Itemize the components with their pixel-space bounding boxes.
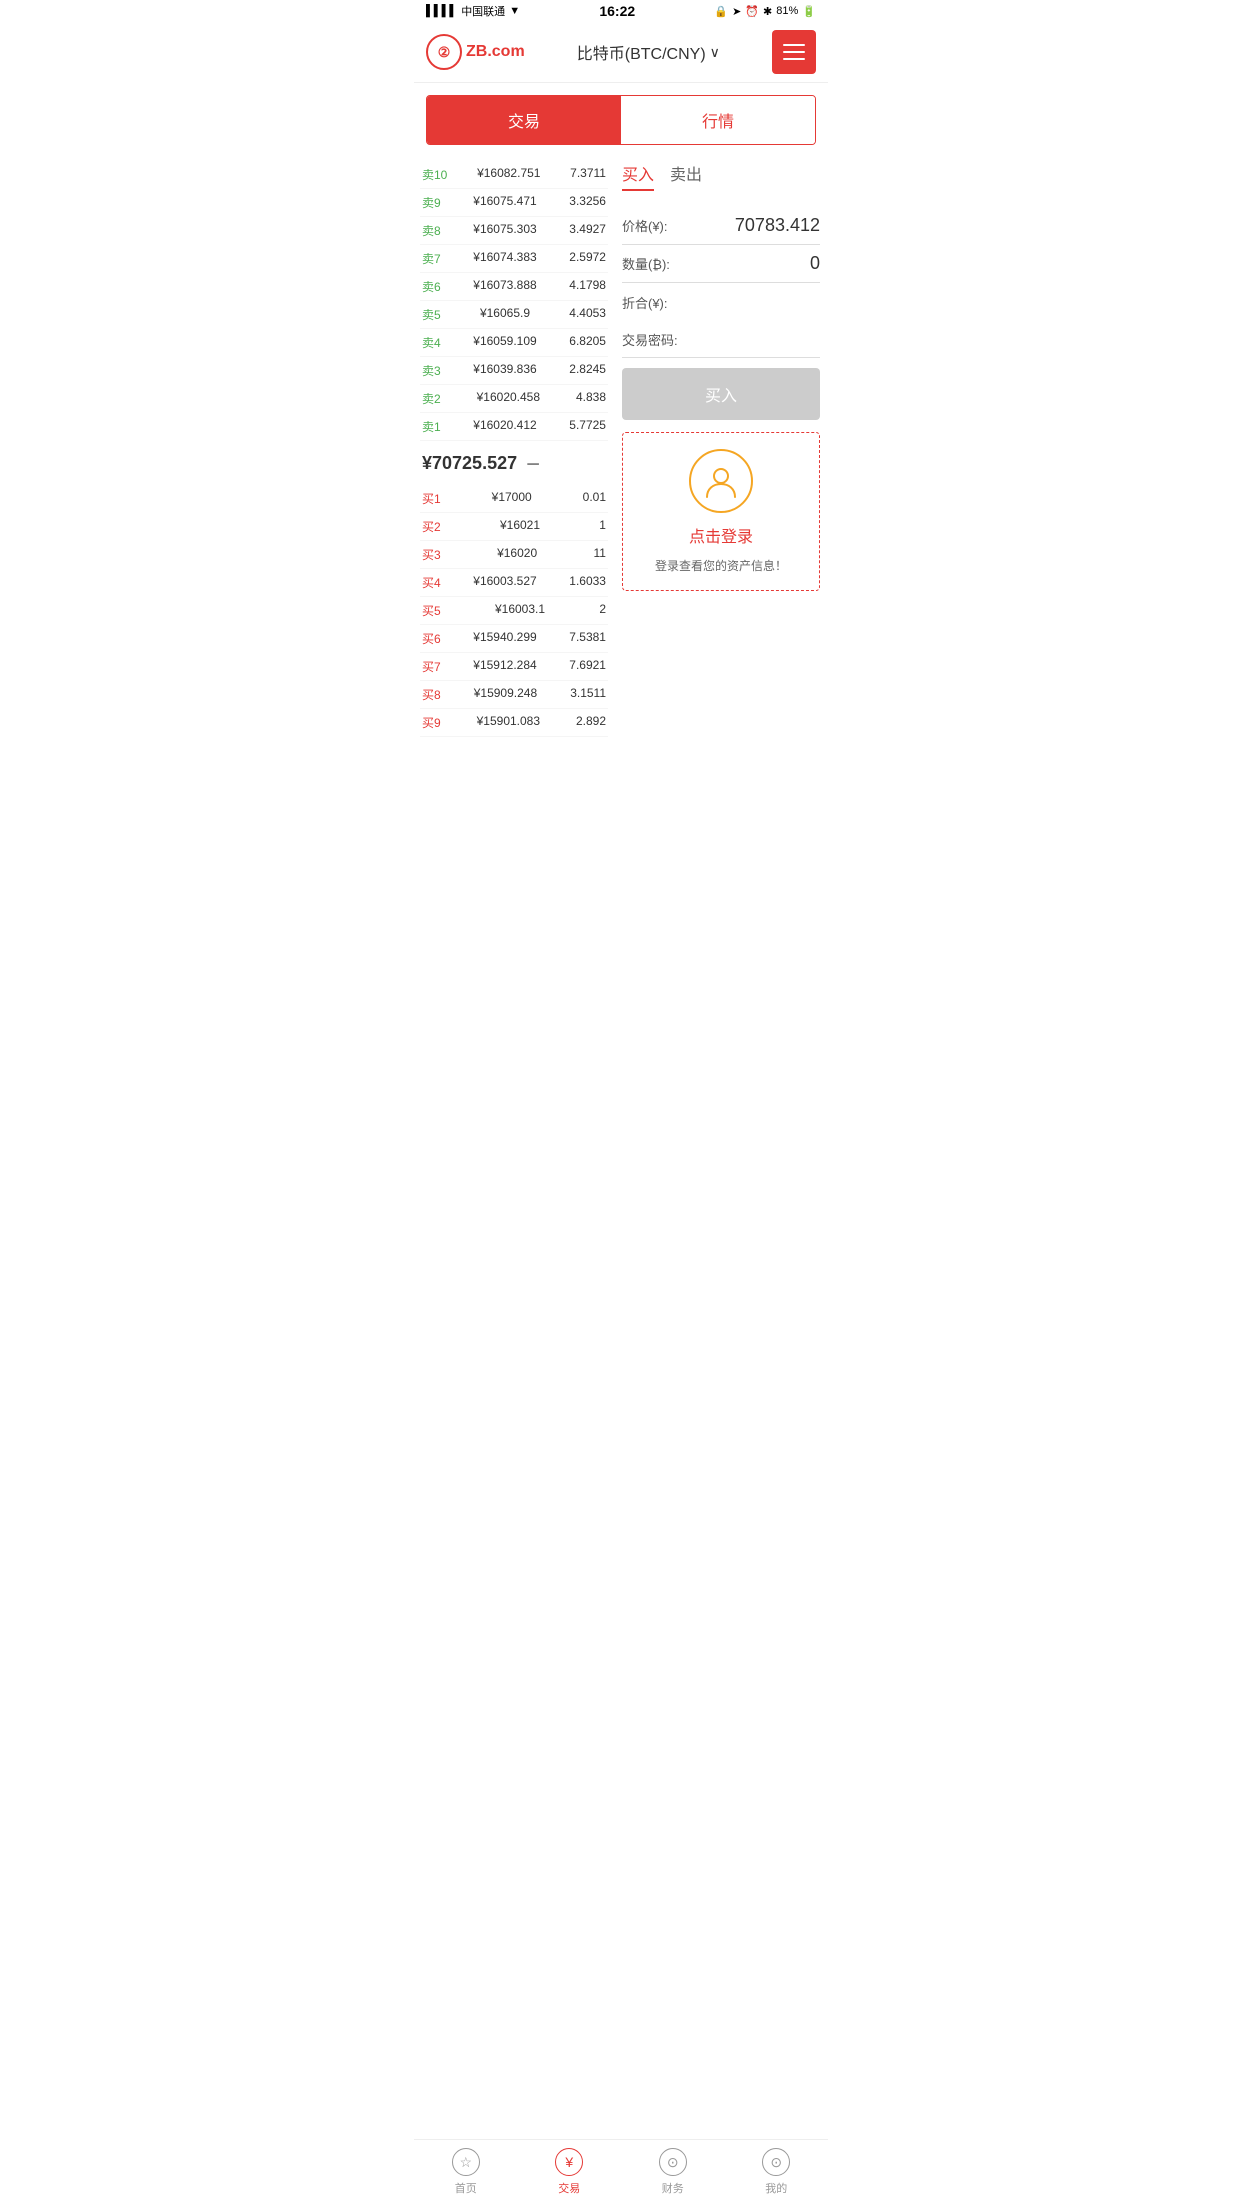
password-field[interactable]: 交易密码:	[622, 322, 820, 358]
logo-text: ZB.com	[466, 43, 525, 61]
nav-profile-label: 我的	[765, 2180, 787, 2196]
sell-order-row[interactable]: 卖10 ¥16082.751 7.3711	[420, 161, 608, 189]
nav-trade[interactable]: ¥ 交易	[518, 2148, 622, 2196]
status-right: 🔒 ➤ ⏰ ✱ 81% 🔋	[714, 5, 816, 18]
status-left: ▌▌▌▌ 中国联通 ▼	[426, 3, 520, 19]
menu-line-2	[783, 51, 805, 53]
status-time: 16:22	[599, 3, 635, 19]
login-prompt[interactable]: 点击登录 登录查看您的资产信息！	[622, 432, 820, 591]
nav-profile[interactable]: ⊙ 我的	[725, 2148, 829, 2196]
sell-order-row[interactable]: 卖3 ¥16039.836 2.8245	[420, 357, 608, 385]
battery-label: 81%	[776, 5, 798, 17]
qty-label: 数量(₿):	[622, 254, 670, 273]
location-icon: ➤	[732, 5, 741, 18]
price-label: 价格(¥):	[622, 216, 668, 235]
price-change-indicator: －	[525, 451, 541, 475]
tab-trade[interactable]: 交易	[427, 96, 621, 144]
sell-order-row[interactable]: 卖6 ¥16073.888 4.1798	[420, 273, 608, 301]
trade-icon: ¥	[555, 2148, 583, 2176]
menu-line-1	[783, 44, 805, 46]
nav-home[interactable]: ☆ 首页	[414, 2148, 518, 2196]
menu-button[interactable]	[772, 30, 816, 74]
current-price-row: ¥70725.527 －	[420, 441, 608, 485]
menu-line-3	[783, 58, 805, 60]
buy-order-row[interactable]: 买6 ¥15940.299 7.5381	[420, 625, 608, 653]
battery-icon: 🔋	[802, 5, 816, 18]
qty-field[interactable]: 数量(₿): 0	[622, 245, 820, 283]
buy-order-row[interactable]: 买8 ¥15909.248 3.1511	[420, 681, 608, 709]
password-label: 交易密码:	[622, 330, 678, 349]
finance-icon: ⊙	[659, 2148, 687, 2176]
user-avatar-icon	[689, 449, 753, 513]
buy-order-row[interactable]: 买7 ¥15912.284 7.6921	[420, 653, 608, 681]
login-text[interactable]: 点击登录	[689, 523, 753, 547]
nav-home-label: 首页	[455, 2180, 477, 2196]
zhehe-label: 折合(¥):	[622, 293, 668, 312]
tab-sell[interactable]: 卖出	[670, 161, 702, 191]
sell-order-row[interactable]: 卖9 ¥16075.471 3.3256	[420, 189, 608, 217]
buy-order-row[interactable]: 买2 ¥16021 1	[420, 513, 608, 541]
logo-circle: ②	[426, 34, 462, 70]
login-sub-text: 登录查看您的资产信息！	[655, 557, 787, 574]
alarm-icon: ⏰	[745, 5, 759, 18]
chevron-down-icon: ∨	[710, 44, 720, 61]
price-field: 价格(¥): 70783.412	[622, 207, 820, 245]
sell-order-row[interactable]: 卖4 ¥16059.109 6.8205	[420, 329, 608, 357]
sell-order-row[interactable]: 卖8 ¥16075.303 3.4927	[420, 217, 608, 245]
sell-orders: 卖10 ¥16082.751 7.3711 卖9 ¥16075.471 3.32…	[420, 161, 608, 441]
main-content: 卖10 ¥16082.751 7.3711 卖9 ¥16075.471 3.32…	[414, 157, 828, 741]
qty-value: 0	[810, 253, 820, 274]
wifi-icon: ▼	[509, 5, 520, 17]
buy-order-row[interactable]: 买3 ¥16020 11	[420, 541, 608, 569]
current-price: ¥70725.527	[422, 453, 517, 474]
nav-trade-label: 交易	[558, 2180, 580, 2196]
pair-label: 比特币(BTC/CNY)	[577, 40, 706, 64]
nav-finance-label: 财务	[662, 2180, 684, 2196]
app-header: ② ZB.com 比特币(BTC/CNY) ∨	[414, 22, 828, 83]
signal-icon: ▌▌▌▌	[426, 5, 457, 17]
buy-order-row[interactable]: 买5 ¥16003.1 2	[420, 597, 608, 625]
sell-order-row[interactable]: 卖5 ¥16065.9 4.4053	[420, 301, 608, 329]
bluetooth-icon: ✱	[763, 5, 772, 18]
buy-orders: 买1 ¥17000 0.01 买2 ¥16021 1 买3 ¥16020 11 …	[420, 485, 608, 737]
zhehe-field: 折合(¥):	[622, 283, 820, 322]
header-title[interactable]: 比特币(BTC/CNY) ∨	[577, 40, 720, 64]
profile-icon: ⊙	[762, 2148, 790, 2176]
sell-order-row[interactable]: 卖1 ¥16020.412 5.7725	[420, 413, 608, 441]
buy-order-row[interactable]: 买9 ¥15901.083 2.892	[420, 709, 608, 737]
lock-icon: 🔒	[714, 5, 728, 18]
sell-order-row[interactable]: 卖7 ¥16074.383 2.5972	[420, 245, 608, 273]
order-book: 卖10 ¥16082.751 7.3711 卖9 ¥16075.471 3.32…	[414, 157, 614, 741]
tab-buy[interactable]: 买入	[622, 161, 654, 191]
buy-order-row[interactable]: 买1 ¥17000 0.01	[420, 485, 608, 513]
tab-market[interactable]: 行情	[621, 96, 815, 144]
home-icon: ☆	[452, 2148, 480, 2176]
status-bar: ▌▌▌▌ 中国联通 ▼ 16:22 🔒 ➤ ⏰ ✱ 81% 🔋	[414, 0, 828, 22]
carrier-label: 中国联通	[461, 3, 505, 19]
main-tab-bar: 交易 行情	[426, 95, 816, 145]
buy-sell-tabs: 买入 卖出	[622, 161, 820, 197]
bottom-nav: ☆ 首页 ¥ 交易 ⊙ 财务 ⊙ 我的	[414, 2139, 828, 2208]
nav-finance[interactable]: ⊙ 财务	[621, 2148, 725, 2196]
sell-order-row[interactable]: 卖2 ¥16020.458 4.838	[420, 385, 608, 413]
price-value: 70783.412	[735, 215, 820, 236]
logo: ② ZB.com	[426, 34, 525, 70]
buy-order-row[interactable]: 买4 ¥16003.527 1.6033	[420, 569, 608, 597]
buy-button[interactable]: 买入	[622, 368, 820, 420]
trade-panel: 买入 卖出 价格(¥): 70783.412 数量(₿): 0 折合(¥):	[614, 157, 828, 741]
